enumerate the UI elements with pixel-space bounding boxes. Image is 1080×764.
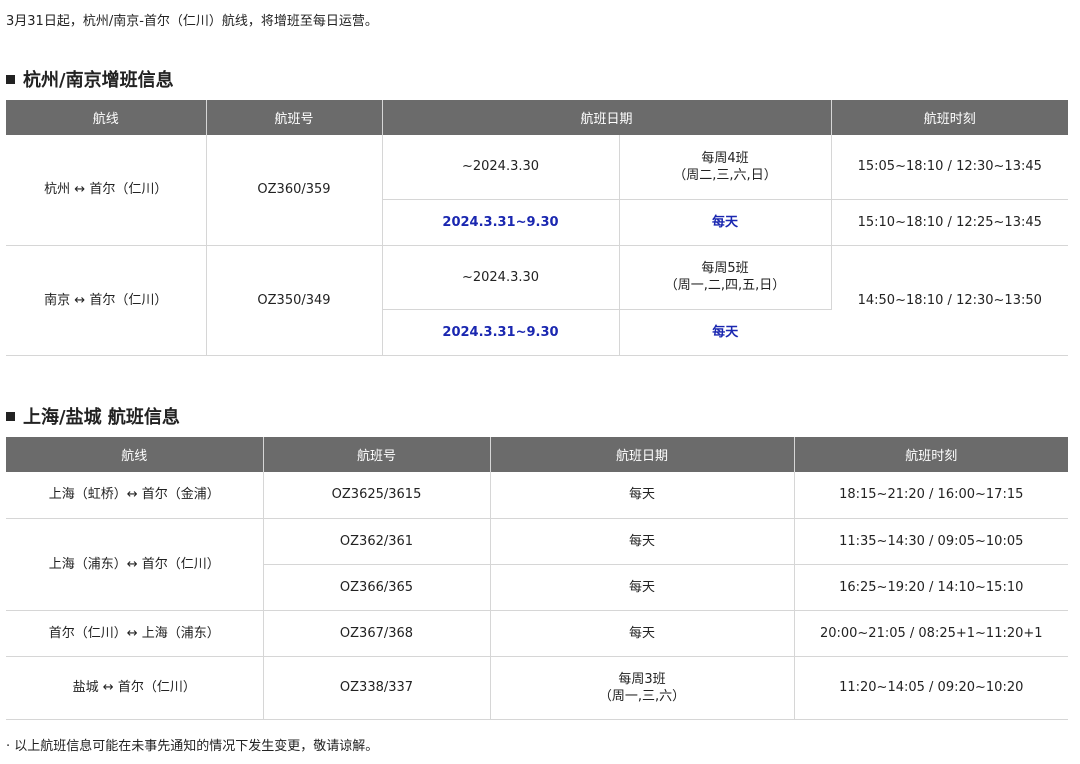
shanghai-yancheng-table: 航线 航班号 航班日期 航班时刻 上海（虹桥）↔ 首尔（金浦） OZ3625/3… xyxy=(6,437,1068,720)
table-header-row: 航线 航班号 航班日期 航班时刻 xyxy=(6,437,1068,472)
flight-no-cell: OZ338/337 xyxy=(263,656,491,720)
square-bullet-icon xyxy=(6,411,15,421)
route-cell: 首尔（仁川）↔ 上海（浦东） xyxy=(6,610,264,657)
header-flight-no: 航班号 xyxy=(263,437,491,472)
date-cell: 每天 xyxy=(490,472,795,519)
route-cell: 南京 ↔ 首尔（仁川） xyxy=(6,245,207,356)
table-row: 盐城 ↔ 首尔（仁川） OZ338/337 每周3班 （周一,三,六） 11:2… xyxy=(6,656,1068,720)
header-flight-no: 航班号 xyxy=(206,100,383,135)
frequency-cell: 每天 xyxy=(619,309,832,356)
date-cell: 每周3班 （周一,三,六） xyxy=(490,656,795,720)
time-cell: 18:15~21:20 / 16:00~17:15 xyxy=(794,472,1068,519)
time-cell: 20:00~21:05 / 08:25+1~11:20+1 xyxy=(794,610,1068,657)
header-flight-date: 航班日期 xyxy=(382,100,832,135)
header-route: 航线 xyxy=(6,437,264,472)
route-cell: 上海（虹桥）↔ 首尔（金浦） xyxy=(6,472,264,519)
date-cell: 2024.3.31~9.30 xyxy=(382,309,620,356)
time-cell: 15:10~18:10 / 12:25~13:45 xyxy=(831,199,1069,246)
date-cell: ~2024.3.30 xyxy=(382,245,620,310)
section-title-hangzhou-nanjing: 杭州/南京增班信息 xyxy=(6,66,174,92)
time-cell: 14:50~18:10 / 12:30~13:50 xyxy=(831,245,1069,356)
frequency-cell: 每周5班 （周一,二,四,五,日） xyxy=(619,245,832,310)
date-cell: 每天 xyxy=(490,610,795,657)
table-header-row: 航线 航班号 航班日期 航班时刻 xyxy=(6,100,1069,135)
header-flight-date: 航班日期 xyxy=(490,437,795,472)
flight-no-cell: OZ366/365 xyxy=(263,564,491,611)
flight-no-cell: OZ350/349 xyxy=(206,245,383,356)
flight-no-cell: OZ360/359 xyxy=(206,135,383,246)
time-cell: 15:05~18:10 / 12:30~13:45 xyxy=(831,135,1069,200)
flight-no-cell: OZ3625/3615 xyxy=(263,472,491,519)
header-route: 航线 xyxy=(6,100,207,135)
section-title-text: 上海/盐城 航班信息 xyxy=(23,407,180,428)
footnote: · 以上航班信息可能在未事先通知的情况下发生变更，敬请谅解。 xyxy=(6,739,379,754)
frequency-cell: 每天 xyxy=(619,199,832,246)
frequency-line: 每周4班 xyxy=(701,150,749,166)
date-cell: ~2024.3.30 xyxy=(382,135,620,200)
table-row: 上海（虹桥）↔ 首尔（金浦） OZ3625/3615 每天 18:15~21:2… xyxy=(6,472,1068,519)
date-cell: 2024.3.31~9.30 xyxy=(382,199,620,246)
frequency-line: 每周3班 xyxy=(618,671,666,687)
hangzhou-nanjing-table: 航线 航班号 航班日期 航班时刻 杭州 ↔ 首尔（仁川） OZ360/359 ~… xyxy=(6,100,1069,356)
header-flight-time: 航班时刻 xyxy=(794,437,1068,472)
frequency-days: （周一,二,四,五,日） xyxy=(664,278,786,293)
route-cell: 杭州 ↔ 首尔（仁川） xyxy=(6,135,207,246)
flight-no-cell: OZ367/368 xyxy=(263,610,491,657)
frequency-cell: 每周4班 （周二,三,六,日） xyxy=(619,135,832,200)
time-cell: 11:20~14:05 / 09:20~10:20 xyxy=(794,656,1068,720)
date-cell: 每天 xyxy=(490,518,795,565)
frequency-days: （周二,三,六,日） xyxy=(673,167,777,183)
table-row: 杭州 ↔ 首尔（仁川） OZ360/359 ~2024.3.30 每周4班 （周… xyxy=(6,135,1069,246)
table-row: 南京 ↔ 首尔（仁川） OZ350/349 ~2024.3.30 每周5班 （周… xyxy=(6,245,1069,356)
date-cell: 每天 xyxy=(490,564,795,611)
table-row: 首尔（仁川）↔ 上海（浦东） OZ367/368 每天 20:00~21:05 … xyxy=(6,610,1068,657)
frequency-days: （周一,三,六） xyxy=(598,688,686,704)
time-cell: 16:25~19:20 / 14:10~15:10 xyxy=(794,564,1068,611)
section-title-shanghai-yancheng: 上海/盐城 航班信息 xyxy=(6,403,180,429)
time-cell: 11:35~14:30 / 09:05~10:05 xyxy=(794,518,1068,565)
flight-no-cell: OZ362/361 xyxy=(263,518,491,565)
square-bullet-icon xyxy=(6,74,15,84)
intro-text: 3月31日起，杭州/南京-首尔（仁川）航线，将增班至每日运营。 xyxy=(6,14,378,29)
table-row: 上海（浦东）↔ 首尔（仁川） OZ362/361 每天 11:35~14:30 … xyxy=(6,518,1068,611)
route-cell: 上海（浦东）↔ 首尔（仁川） xyxy=(6,518,264,611)
frequency-line: 每周5班 xyxy=(701,261,749,276)
section-title-text: 杭州/南京增班信息 xyxy=(23,70,174,91)
header-flight-time: 航班时刻 xyxy=(831,100,1069,135)
route-cell: 盐城 ↔ 首尔（仁川） xyxy=(6,656,264,720)
